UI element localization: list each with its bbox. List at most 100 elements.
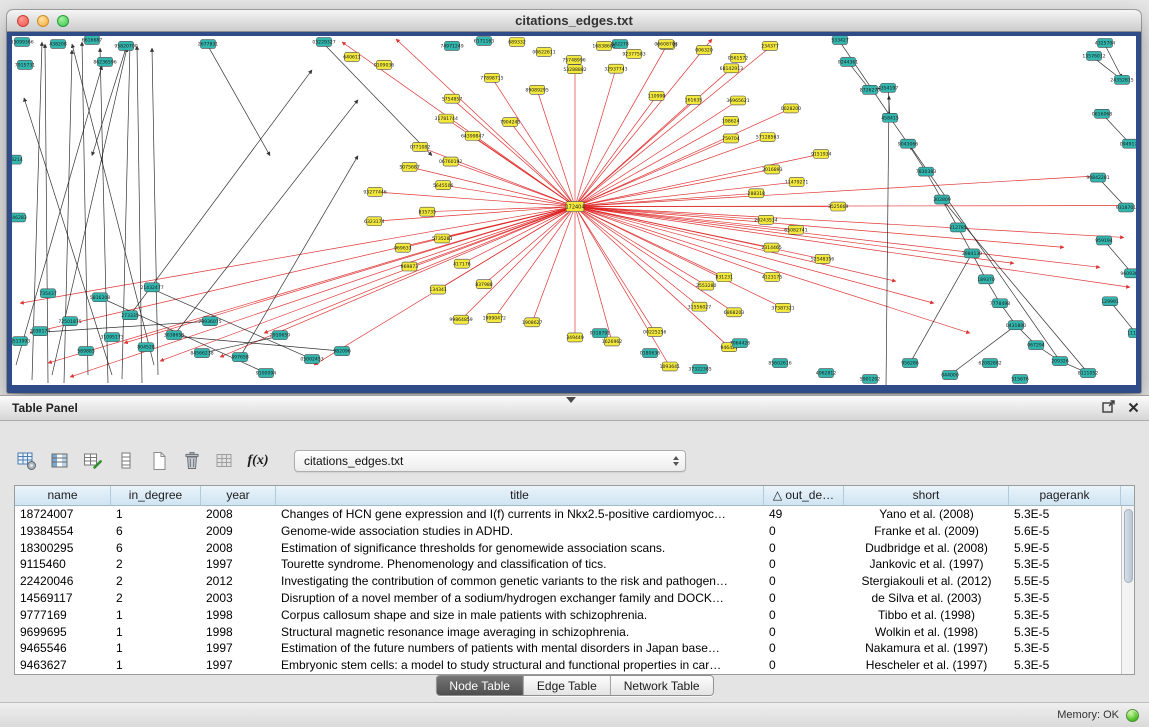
graph-node[interactable]: 1626962 xyxy=(602,337,623,346)
graph-node[interactable]: 4123175 xyxy=(762,272,783,281)
graph-node[interactable]: 234377 xyxy=(761,41,779,50)
graph-node[interactable]: 9318701 xyxy=(1116,203,1136,212)
graph-node[interactable]: 458415 xyxy=(881,113,899,122)
graph-node[interactable]: 00225256 xyxy=(643,327,666,336)
graph-node[interactable]: 1908627 xyxy=(522,318,543,327)
graph-node[interactable]: 96093692 xyxy=(1120,269,1136,278)
graph-node[interactable]: 64399847 xyxy=(461,131,484,140)
graph-node[interactable]: 640611 xyxy=(343,52,361,61)
graph-node[interactable]: 99864859 xyxy=(449,315,472,324)
graph-node[interactable]: 8111052 xyxy=(1078,369,1099,378)
graph-node[interactable]: 1093641 xyxy=(660,362,681,371)
column-header-in_degree[interactable]: in_degree xyxy=(111,486,201,505)
graph-node[interactable]: 0771082 xyxy=(410,142,431,151)
graph-node[interactable]: 86236596 xyxy=(93,57,116,66)
graph-node[interactable]: 3525669 xyxy=(828,202,849,211)
graph-node[interactable]: 438208 xyxy=(49,39,67,48)
graph-node[interactable]: 6171163 xyxy=(474,36,495,45)
graph-node[interactable]: 31781744 xyxy=(435,114,458,123)
graph-node[interactable]: 189370 xyxy=(977,275,995,284)
graph-node[interactable]: 246283 xyxy=(12,213,27,222)
graph-node[interactable]: 7778498 xyxy=(990,299,1011,308)
graph-node[interactable]: 837988 xyxy=(475,280,493,289)
graph-node[interactable]: 044000 xyxy=(941,371,959,380)
graph-node[interactable]: 37322385 xyxy=(688,365,711,374)
graph-node[interactable]: 00622611 xyxy=(532,47,555,56)
graph-node[interactable]: 92377583 xyxy=(622,49,645,58)
column-header-year[interactable]: year xyxy=(201,486,276,505)
graph-node[interactable]: 19990472 xyxy=(483,314,506,323)
graph-node[interactable]: 209326 xyxy=(1051,357,1069,366)
graph-node[interactable]: 959194 xyxy=(1095,236,1113,245)
graph-node[interactable]: 835735 xyxy=(419,207,437,216)
graph-node[interactable]: 13576012 xyxy=(1082,51,1105,60)
graph-node[interactable]: 7904245 xyxy=(500,118,521,127)
graph-node[interactable]: 969873 xyxy=(401,262,419,271)
graph-node[interactable]: 134341 xyxy=(429,285,447,294)
graph-node[interactable]: 273335 xyxy=(121,311,139,320)
graph-node[interactable]: 03229327 xyxy=(312,37,335,46)
graph-node[interactable]: 6616687 xyxy=(82,36,103,44)
graph-node[interactable]: 4354197 xyxy=(878,83,899,92)
scrollbar-thumb[interactable] xyxy=(1124,509,1133,583)
graph-node[interactable]: 198624 xyxy=(722,116,740,125)
graph-node[interactable]: 288318 xyxy=(748,189,766,198)
graph-node[interactable]: 53288882 xyxy=(563,65,586,74)
import-table-icon[interactable] xyxy=(212,448,238,474)
graph-node[interactable]: 0431800 xyxy=(1006,321,1027,330)
graph-node[interactable]: 0561572 xyxy=(728,53,749,62)
graph-node[interactable]: 31556027 xyxy=(688,302,711,311)
graph-node[interactable]: 111342 xyxy=(1127,329,1136,338)
graph-node[interactable]: 982096 xyxy=(333,347,351,356)
graph-node[interactable]: 397658 xyxy=(231,353,249,362)
graph-node[interactable]: 5901202 xyxy=(860,375,881,384)
graph-node[interactable]: 172404 xyxy=(565,202,584,212)
window-titlebar[interactable]: citations_edges.txt xyxy=(7,10,1141,32)
graph-node[interactable]: 6868203 xyxy=(724,308,745,317)
tab-node-table[interactable]: Node Table xyxy=(436,676,524,695)
graph-node[interactable]: 9244361 xyxy=(838,57,859,66)
graph-node[interactable]: 11479271 xyxy=(785,177,808,186)
graph-node[interactable]: 57128563 xyxy=(756,133,779,142)
graph-node[interactable]: 9151934 xyxy=(811,150,832,159)
graph-node[interactable]: 74971249 xyxy=(440,41,463,50)
graph-node[interactable]: 2553280 xyxy=(696,281,717,290)
float-panel-icon[interactable] xyxy=(1102,400,1115,418)
graph-node[interactable]: 110990 xyxy=(648,91,666,100)
close-panel-icon[interactable] xyxy=(1128,400,1139,418)
graph-node[interactable]: 956286 xyxy=(901,359,919,368)
vertical-scrollbar[interactable] xyxy=(1121,506,1134,674)
table-row[interactable]: 977716911998Corpus callosum shape and si… xyxy=(15,607,1121,624)
graph-node[interactable]: 759704 xyxy=(722,134,740,143)
table-row[interactable]: 1456911722003Disruption of a novel membe… xyxy=(15,590,1121,607)
tab-network-table[interactable]: Network Table xyxy=(611,676,713,695)
graph-node[interactable]: 52548356 xyxy=(811,255,834,264)
graph-node[interactable]: 7064426 xyxy=(730,339,751,348)
graph-node[interactable]: 90842281 xyxy=(1086,173,1109,182)
graph-node[interactable]: 735437 xyxy=(39,289,57,298)
graph-node[interactable]: 0028200 xyxy=(781,104,802,113)
table-row[interactable]: 1938455462009Genome-wide association stu… xyxy=(15,523,1121,540)
graph-node[interactable]: 831231 xyxy=(715,273,733,282)
graph-node[interactable]: 302809 xyxy=(933,195,951,204)
graph-node[interactable]: 5645506 xyxy=(433,181,454,190)
table-row[interactable]: 1830029562008Estimation of significance … xyxy=(15,540,1121,557)
graph-node[interactable]: 2910659 xyxy=(270,331,291,340)
graph-node[interactable]: 4325704 xyxy=(1095,38,1116,47)
graph-node[interactable]: 0109036 xyxy=(374,60,395,69)
graph-node[interactable]: 93277446 xyxy=(363,187,386,196)
graph-node[interactable]: 129991 xyxy=(1101,297,1119,306)
graph-node[interactable]: 3038658 xyxy=(164,331,185,340)
graph-node[interactable]: 161635 xyxy=(685,95,703,104)
table-row[interactable]: 969969511998Structural magnetic resonanc… xyxy=(15,624,1121,641)
graph-node[interactable]: 32937743 xyxy=(604,64,627,73)
function-builder-icon[interactable]: f(x) xyxy=(245,448,271,474)
graph-node[interactable]: 65082741 xyxy=(784,225,807,234)
graph-node[interactable]: 349449 xyxy=(566,333,584,342)
graph-node[interactable]: 5816208 xyxy=(90,293,111,302)
table-row[interactable]: 2242004622012Investigating the contribut… xyxy=(15,573,1121,590)
graph-node[interactable]: 417176 xyxy=(453,259,471,268)
graph-node[interactable]: 8513993 xyxy=(12,337,30,346)
graph-node[interactable]: 2677831 xyxy=(198,39,219,48)
network-canvas[interactable]: 2024353423144658312312553280315560270022… xyxy=(12,36,1136,385)
